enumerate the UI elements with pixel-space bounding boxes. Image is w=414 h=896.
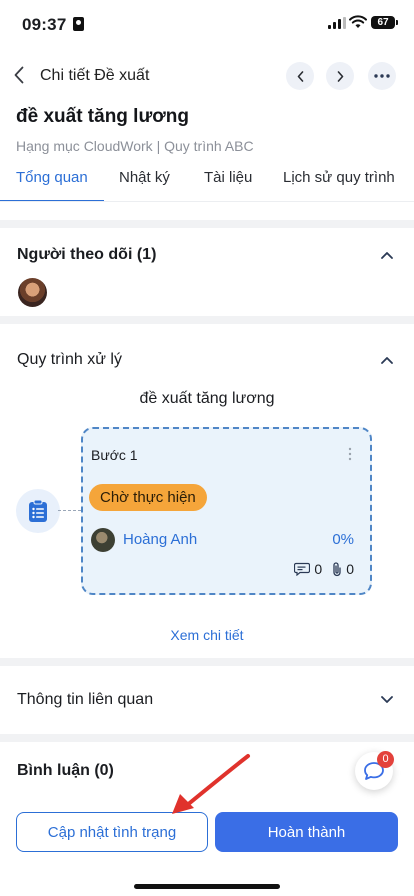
- page-title: Chi tiết Đề xuất: [40, 67, 150, 84]
- related-info-section[interactable]: Thông tin liên quan: [0, 666, 414, 734]
- contact-card-icon: [73, 17, 84, 31]
- document-subtitle: Hạng mục CloudWork | Quy trình ABC: [16, 138, 254, 154]
- flow-name: đề xuất tăng lương: [139, 390, 275, 407]
- related-info-title: Thông tin liên quan: [17, 691, 154, 708]
- tab-bar: Tổng quan Nhật ký Tài liệu Lịch sử quy t…: [0, 160, 414, 202]
- assignee-avatar: [91, 528, 115, 552]
- next-button[interactable]: [326, 62, 354, 90]
- annotation-arrow-icon: [172, 754, 250, 814]
- battery-indicator: 67: [371, 16, 398, 29]
- more-vertical-icon[interactable]: [348, 447, 352, 461]
- followers-title: Người theo dõi (1): [17, 246, 157, 263]
- more-horizontal-icon: [374, 74, 390, 78]
- tab-documents[interactable]: Tài liệu: [204, 169, 252, 186]
- tab-overview[interactable]: Tổng quan: [16, 169, 88, 186]
- follower-avatar[interactable]: [18, 278, 47, 307]
- wifi-icon: [349, 15, 367, 28]
- comments-title: Bình luận (0): [17, 762, 114, 779]
- home-indicator: [134, 884, 280, 889]
- see-details-link[interactable]: Xem chi tiết: [0, 627, 414, 643]
- attachment-count: 0: [346, 561, 354, 577]
- step-progress: 0%: [332, 531, 354, 548]
- clipboard-list-icon: [29, 499, 47, 522]
- step-connector: [58, 510, 81, 511]
- followers-section: Người theo dõi (1): [0, 228, 414, 316]
- complete-button[interactable]: Hoàn thành: [215, 812, 398, 852]
- comment-count: 0: [314, 561, 323, 577]
- status-badge: Chờ thực hiện: [89, 484, 207, 511]
- update-status-button[interactable]: Cập nhật tình trạng: [16, 812, 208, 852]
- chevron-down-icon[interactable]: [380, 695, 394, 705]
- paperclip-icon: [333, 562, 341, 577]
- step-label: Bước 1: [91, 447, 138, 463]
- header: Chi tiết Đề xuất đề xuất tăng lương Hạng…: [0, 50, 414, 220]
- process-title: Quy trình xử lý: [17, 351, 122, 368]
- previous-button[interactable]: [286, 62, 314, 90]
- chevron-right-icon: [337, 70, 343, 82]
- back-button[interactable]: [8, 62, 30, 88]
- tab-divider: [0, 201, 414, 202]
- step-counts: 0 0: [294, 561, 354, 577]
- chevron-up-icon[interactable]: [380, 250, 394, 260]
- tab-log[interactable]: Nhật ký: [119, 169, 170, 186]
- chevron-left-icon: [297, 70, 303, 82]
- status-bar: 09:37 67: [0, 0, 414, 50]
- tab-process-history[interactable]: Lịch sử quy trình: [283, 169, 395, 186]
- cellular-signal-icon: [328, 17, 346, 29]
- assignee-name[interactable]: Hoàng Anh: [123, 531, 197, 548]
- status-time: 09:37: [22, 15, 67, 34]
- chat-badge: 0: [377, 751, 394, 768]
- chevron-left-icon: [14, 66, 24, 84]
- comment-icon: [294, 562, 311, 576]
- step-node: [16, 489, 60, 533]
- step-card[interactable]: Bước 1 Chờ thực hiện Hoàng Anh 0% 0 0: [81, 427, 372, 595]
- more-options-button[interactable]: [368, 62, 396, 90]
- document-title: đề xuất tăng lương: [16, 106, 189, 127]
- chevron-up-icon[interactable]: [380, 355, 394, 365]
